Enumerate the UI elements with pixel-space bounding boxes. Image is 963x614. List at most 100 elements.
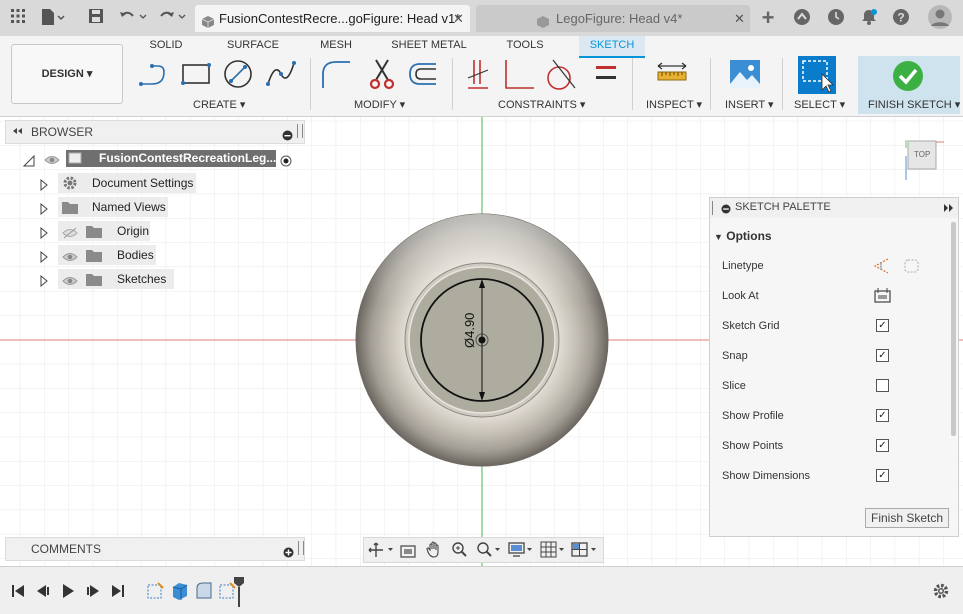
look-at-nav-icon[interactable]: [400, 542, 416, 561]
browser-root-item[interactable]: FusionContestRecreationLeg...: [20, 149, 302, 169]
comments-header[interactable]: COMMENTS: [5, 537, 305, 561]
visibility-eye-icon[interactable]: [62, 249, 78, 269]
options-section[interactable]: ▼ Options: [714, 229, 772, 243]
add-comment-icon[interactable]: [283, 543, 294, 565]
dimension-label[interactable]: Ø4.90: [462, 313, 477, 348]
measure-ruler-icon[interactable]: [656, 58, 688, 90]
orbit-icon[interactable]: [368, 542, 394, 561]
show-dimensions-checkbox[interactable]: ✓: [876, 469, 889, 482]
palette-scrollbar[interactable]: [951, 222, 956, 436]
zoom-icon[interactable]: [451, 541, 468, 561]
browser-item-sketches[interactable]: Sketches: [38, 269, 198, 289]
tab-surface[interactable]: SURFACE: [222, 36, 284, 56]
perpendicular-constraint-icon[interactable]: [502, 58, 534, 90]
tab-solid[interactable]: SOLID: [140, 36, 192, 56]
browser-drag-handle[interactable]: [297, 124, 303, 138]
timeline-settings-gear-icon[interactable]: [932, 582, 950, 603]
line-icon[interactable]: [138, 58, 170, 90]
timeline-revolve-feature-icon[interactable]: [194, 581, 214, 604]
close-tab-icon[interactable]: ✕: [734, 5, 745, 32]
offset-icon[interactable]: [406, 58, 438, 90]
sketch-grid-checkbox[interactable]: ✓: [876, 319, 889, 332]
select-menu[interactable]: SELECT ▾: [794, 98, 845, 111]
timeline-extrude-feature-icon[interactable]: [170, 581, 190, 604]
comments-drag-handle[interactable]: [298, 541, 304, 555]
expand-arrow-icon[interactable]: [39, 225, 49, 245]
minimize-palette-icon[interactable]: [721, 203, 731, 217]
browser-item-document-settings[interactable]: Document Settings: [38, 173, 198, 193]
new-tab-icon[interactable]: +: [758, 7, 778, 29]
notifications-bell-icon[interactable]: [859, 8, 879, 28]
job-status-icon[interactable]: [826, 8, 846, 28]
file-menu-icon[interactable]: [40, 8, 65, 28]
show-profile-checkbox[interactable]: ✓: [876, 409, 889, 422]
minimize-browser-icon[interactable]: [282, 126, 293, 148]
activate-radio-icon[interactable]: [280, 153, 292, 173]
document-tab-inactive[interactable]: LegoFigure: Head v4* ✕: [476, 5, 750, 32]
design-workspace-button[interactable]: DESIGN ▾: [11, 44, 123, 104]
tab-sketch[interactable]: SKETCH: [579, 36, 645, 58]
construction-linetype-icon[interactable]: [872, 257, 890, 278]
extensions-icon[interactable]: [792, 8, 812, 28]
collapse-browser-icon[interactable]: [11, 121, 23, 148]
expand-arrow-icon[interactable]: [39, 273, 49, 293]
select-icon[interactable]: [798, 56, 836, 94]
grid-snap-icon[interactable]: [540, 541, 566, 561]
modify-menu[interactable]: MODIFY ▾: [354, 98, 405, 111]
visibility-eye-icon[interactable]: [44, 152, 60, 172]
finish-sketch-palette-button[interactable]: Finish Sketch: [865, 508, 949, 528]
document-tab-active[interactable]: FusionContestRecre...goFigure: Head v1* …: [195, 5, 470, 32]
close-tab-icon[interactable]: ✕: [453, 5, 464, 32]
hidden-eye-icon[interactable]: [62, 225, 78, 245]
tab-mesh[interactable]: MESH: [312, 36, 360, 56]
rectangle-icon[interactable]: [180, 58, 212, 90]
centerline-linetype-icon[interactable]: [903, 257, 921, 278]
palette-drag-handle[interactable]: [712, 201, 716, 215]
fit-zoom-window-icon[interactable]: [476, 541, 502, 561]
browser-item-named-views[interactable]: Named Views: [38, 197, 198, 217]
step-forward-icon[interactable]: [85, 583, 101, 602]
equal-constraint-icon[interactable]: [590, 58, 622, 90]
collapse-triangle-icon[interactable]: [22, 153, 35, 173]
inspect-menu[interactable]: INSPECT ▾: [646, 98, 702, 111]
go-to-end-icon[interactable]: [110, 583, 126, 602]
expand-arrow-icon[interactable]: [39, 249, 49, 269]
insert-image-icon[interactable]: [729, 58, 761, 90]
view-cube[interactable]: TOP: [898, 136, 950, 184]
play-icon[interactable]: [60, 583, 76, 602]
look-at-icon[interactable]: [874, 287, 891, 307]
viewports-icon[interactable]: [571, 541, 599, 561]
expand-arrow-icon[interactable]: [39, 201, 49, 221]
expand-arrow-icon[interactable]: [39, 177, 49, 197]
help-icon[interactable]: ?: [891, 8, 911, 28]
browser-item-bodies[interactable]: Bodies: [38, 245, 198, 265]
slice-checkbox[interactable]: [876, 379, 889, 392]
timeline-marker-icon[interactable]: [234, 577, 244, 610]
circle-icon[interactable]: [222, 58, 254, 90]
user-avatar-icon[interactable]: [928, 5, 952, 29]
create-menu[interactable]: CREATE ▾: [193, 98, 245, 111]
display-settings-icon[interactable]: [508, 541, 534, 561]
save-icon[interactable]: [86, 8, 106, 28]
expand-palette-icon[interactable]: [944, 202, 954, 217]
tab-tools[interactable]: TOOLS: [500, 36, 550, 56]
trim-scissors-icon[interactable]: [366, 58, 398, 90]
constraints-menu[interactable]: CONSTRAINTS ▾: [498, 98, 585, 111]
redo-icon[interactable]: [158, 8, 188, 28]
go-to-start-icon[interactable]: [10, 583, 26, 602]
apps-grid-icon[interactable]: [8, 8, 28, 28]
visibility-eye-icon[interactable]: [62, 273, 78, 293]
pan-hand-icon[interactable]: [426, 541, 442, 561]
tab-sheet-metal[interactable]: SHEET METAL: [388, 36, 470, 56]
browser-item-origin[interactable]: Origin: [38, 221, 198, 241]
tangent-constraint-icon[interactable]: [545, 58, 577, 90]
undo-icon[interactable]: [118, 8, 148, 28]
coincident-constraint-icon[interactable]: [462, 58, 494, 90]
fillet-icon[interactable]: [320, 58, 352, 90]
timeline-sketch-feature-icon[interactable]: [146, 581, 166, 604]
snap-checkbox[interactable]: ✓: [876, 349, 889, 362]
step-back-icon[interactable]: [35, 583, 51, 602]
insert-menu[interactable]: INSERT ▾: [725, 98, 774, 111]
spline-icon[interactable]: [265, 58, 297, 90]
show-points-checkbox[interactable]: ✓: [876, 439, 889, 452]
